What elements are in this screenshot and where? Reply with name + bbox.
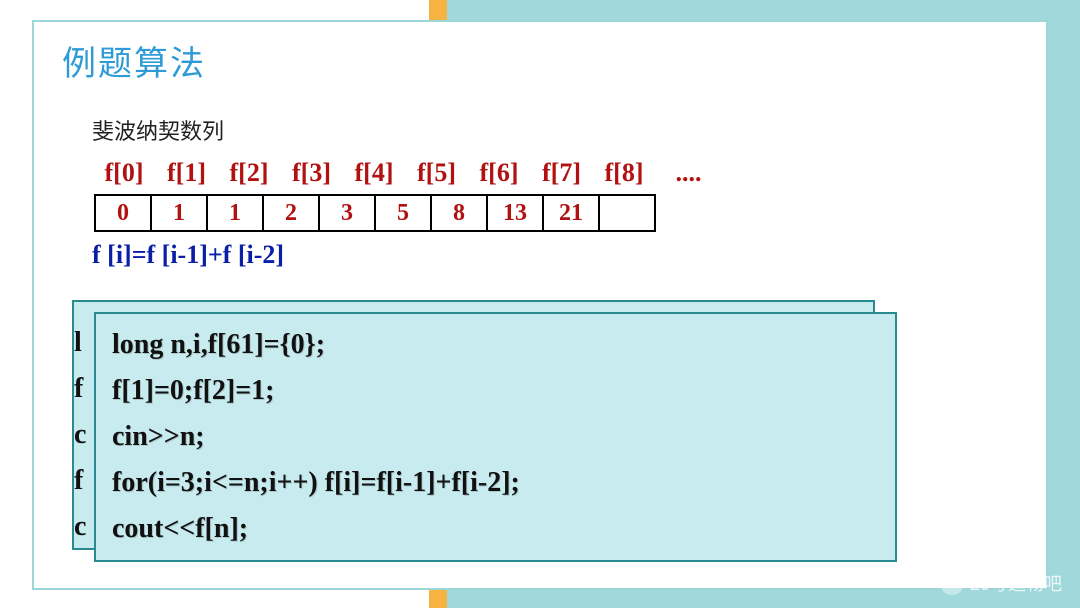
array-cell: 8 [431,195,487,231]
array-cell-empty [599,195,655,231]
wechat-icon: ✦ [940,571,964,595]
code-line: long n,i,f[61]={0}; [112,322,879,368]
code-line: cout<<f[n]; [112,506,879,552]
code-block: long n,i,f[61]={0}; f[1]=0;f[2]=1; cin>>… [94,312,897,562]
array-header-cell: f[4] [346,158,402,188]
array-header-ellipsis: .... [659,158,719,188]
array-cell: 21 [543,195,599,231]
array-cell: 1 [151,195,207,231]
array-header-cell: f[5] [409,158,465,188]
array-cell: 13 [487,195,543,231]
code-underlay-hints: l f c f c [74,312,94,550]
slide: 例题算法 斐波纳契数列 f[0] f[1] f[2] f[3] f[4] f[5… [32,20,1048,590]
slide-subtitle: 斐波纳契数列 [92,114,224,146]
array-cell: 0 [95,195,151,231]
table-row: 0 1 1 2 3 5 8 13 21 [95,195,655,231]
watermark: ✦ 29号造物吧 [940,570,1062,596]
array-header-cell: f[2] [221,158,277,188]
array-header-cell: f[0] [96,158,152,188]
code-line: cin>>n; [112,414,879,460]
array-cell: 5 [375,195,431,231]
array-header-cell: f[7] [534,158,590,188]
array-header-cell: f[3] [284,158,340,188]
array-cell: 1 [207,195,263,231]
slide-title: 例题算法 [62,36,206,85]
code-line: f[1]=0;f[2]=1; [112,368,879,414]
stage: 例题算法 斐波纳契数列 f[0] f[1] f[2] f[3] f[4] f[5… [0,0,1080,608]
array-header-cell: f[6] [471,158,527,188]
watermark-text: 29号造物吧 [970,570,1062,596]
recurrence-formula: f [i]=f [i-1]+f [i-2] [92,240,284,270]
array-header-row: f[0] f[1] f[2] f[3] f[4] f[5] f[6] f[7] … [96,158,719,188]
array-table: 0 1 1 2 3 5 8 13 21 [94,194,656,232]
array-header-cell: f[8] [596,158,652,188]
code-line: for(i=3;i<=n;i++) f[i]=f[i-1]+f[i-2]; [112,460,879,506]
array-cell: 3 [319,195,375,231]
array-cell: 2 [263,195,319,231]
array-header-cell: f[1] [159,158,215,188]
